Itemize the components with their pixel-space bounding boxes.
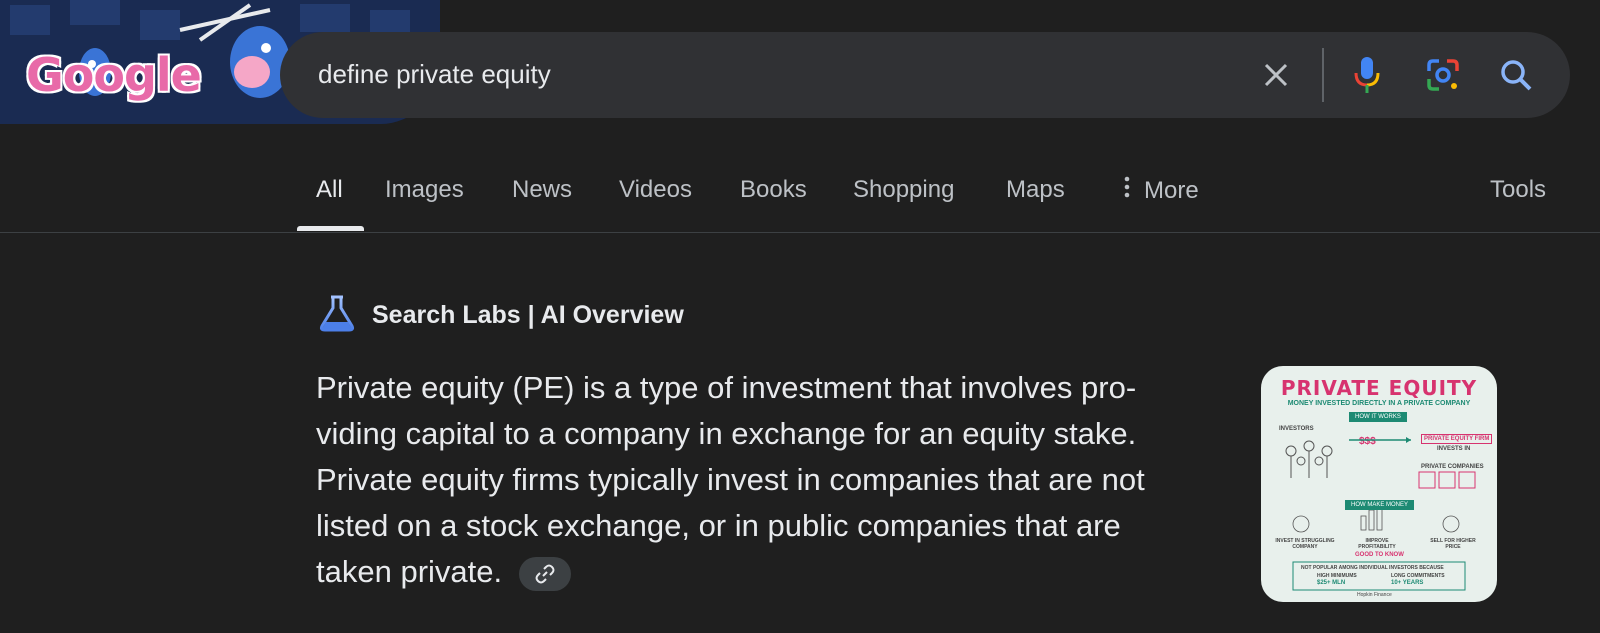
close-icon[interactable] [1255, 54, 1297, 96]
tab-shopping[interactable]: Shopping [853, 176, 954, 204]
ai-overview-image[interactable]: PRIVATE EQUITY MONEY INVESTED DIRECTLY I… [1261, 366, 1497, 602]
infographic-credit: Hopkin Finance [1357, 592, 1392, 598]
long-commitments-value: 10+ YEARS [1391, 580, 1424, 586]
note-label: NOT POPULAR AMONG INDIVIDUAL INVESTORS B… [1301, 565, 1444, 571]
tab-more[interactable]: More [1124, 176, 1199, 205]
search-input[interactable]: define private equity [318, 59, 551, 90]
link-icon [535, 564, 555, 584]
answer-line-last: taken private. [316, 549, 1246, 595]
microphone-icon[interactable] [1346, 54, 1388, 96]
tab-maps[interactable]: Maps [1006, 176, 1065, 204]
active-tab-indicator [297, 226, 364, 231]
step-invest: INVEST IN STRUGGLING COMPANY [1275, 538, 1335, 550]
high-minimums-value: $25+ MLN [1317, 580, 1346, 586]
tab-books[interactable]: Books [740, 176, 807, 204]
tab-all[interactable]: All [316, 176, 343, 204]
tab-images[interactable]: Images [385, 176, 464, 204]
tab-news[interactable]: News [512, 176, 572, 204]
lens-camera-icon[interactable] [1422, 54, 1464, 96]
ai-overview-header: Search Labs | AI Overview [318, 294, 684, 337]
how-make-money-tag: HOW MAKE MONEY [1345, 500, 1415, 510]
search-icon[interactable] [1495, 54, 1537, 96]
answer-line: Private equity (PE) is a type of investm… [316, 370, 1137, 405]
tab-more-label: More [1144, 176, 1199, 204]
high-minimums-label: HIGH MINIMUMS [1317, 573, 1357, 579]
source-link-button[interactable] [518, 556, 571, 591]
long-commitments-label: LONG COMMITMENTS [1391, 573, 1445, 579]
answer-line: Private equity firms typically invest in… [316, 462, 1145, 497]
step-improve: IMPROVE PROFITABILITY [1358, 538, 1396, 550]
answer-line: viding capital to a company in exchange … [316, 416, 1137, 451]
answer-line: listed on a stock exchange, or in public… [316, 508, 1121, 543]
search-tabs: All Images News Videos Books Shopping Ma… [0, 170, 1600, 232]
ai-overview-title: Search Labs | AI Overview [372, 301, 684, 329]
doodle-logo-text: Google [26, 48, 202, 102]
step-sell: SELL FOR HIGHER PRICE [1430, 538, 1476, 550]
good-to-know-label: GOOD TO KNOW [1355, 552, 1404, 558]
tabs-divider [0, 232, 1600, 233]
search-divider [1322, 48, 1324, 102]
ai-overview-answer: Private equity (PE) is a type of investm… [316, 365, 1246, 595]
tab-videos[interactable]: Videos [619, 176, 692, 204]
search-box[interactable]: define private equity [280, 32, 1570, 118]
tools-button[interactable]: Tools [1490, 176, 1546, 204]
flask-icon [318, 294, 356, 337]
answer-line: taken private. [316, 554, 503, 589]
more-vert-icon [1124, 176, 1130, 205]
